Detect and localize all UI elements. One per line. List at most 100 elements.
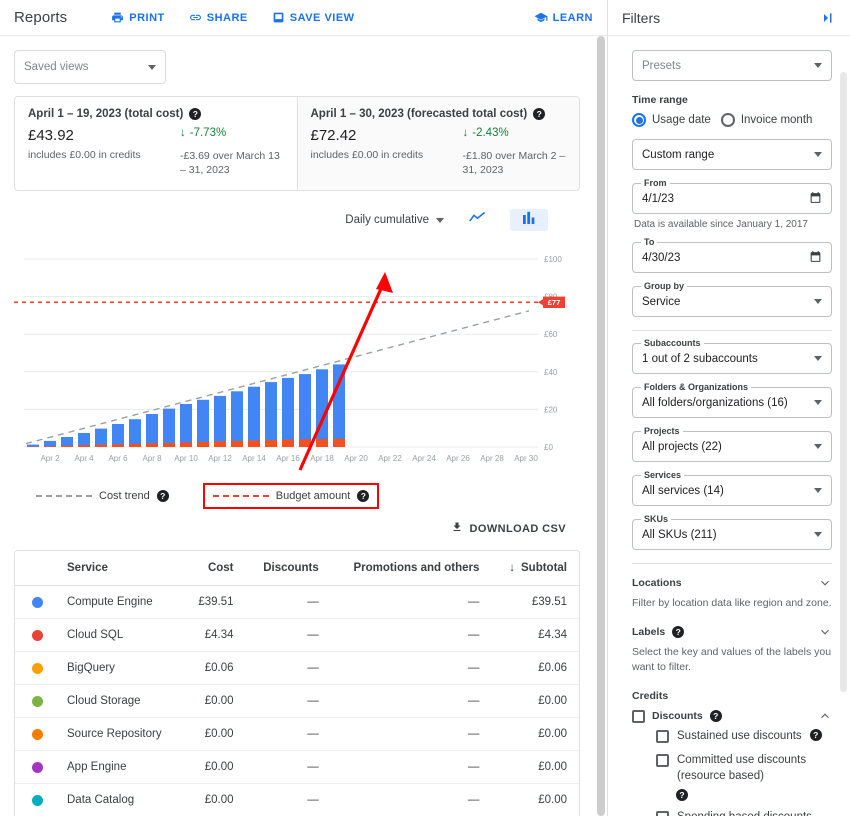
help-icon[interactable]: ? (189, 108, 201, 120)
spending-based-discounts-checkbox[interactable] (656, 811, 669, 816)
total-cost-delta: ↓ -7.73% (180, 127, 226, 139)
services-select[interactable]: Services All services (14) (632, 475, 832, 506)
help-icon[interactable]: ? (672, 626, 684, 638)
line-chart-toggle[interactable] (458, 209, 496, 231)
service-color-dot (32, 762, 43, 773)
left-scrollbar[interactable] (596, 36, 606, 816)
sustained-use-discounts-row[interactable]: Sustained use discounts ? (656, 729, 832, 745)
svg-text:Apr 16: Apr 16 (276, 454, 300, 463)
service-cost-cell: £0.00 (182, 685, 245, 718)
sustained-use-discounts-checkbox[interactable] (656, 730, 669, 743)
range-type-select[interactable]: Custom range (632, 139, 832, 170)
filters-pane: Filters Presets Time range Usage date In… (608, 0, 850, 816)
download-csv-label: DOWNLOAD CSV (470, 523, 566, 535)
table-row[interactable]: App Engine£0.00——£0.00 (15, 751, 579, 784)
forecast-cost-compare: -£1.80 over March 2 – 31, 2023 (463, 149, 567, 177)
to-date-value: 4/30/23 (642, 252, 680, 264)
cost-column-header[interactable]: Cost (182, 551, 245, 586)
calendar-icon[interactable] (809, 250, 822, 266)
group-by-select[interactable]: Group by Service (632, 286, 832, 317)
school-icon (534, 11, 548, 25)
chevron-down-icon (814, 152, 822, 157)
calendar-icon[interactable] (809, 191, 822, 207)
svg-text:Apr 26: Apr 26 (446, 454, 470, 463)
svg-text:Apr 20: Apr 20 (344, 454, 368, 463)
service-promotions-cell: — (331, 619, 492, 652)
discounts-column-header[interactable]: Discounts (246, 551, 331, 586)
service-color-cell (15, 751, 55, 784)
committed-use-discounts-label: Committed use discounts (resource based) (677, 753, 832, 784)
chart-mode-select[interactable]: Daily cumulative (345, 214, 444, 226)
labels-section-header[interactable]: Labels ? (632, 625, 832, 639)
svg-text:Apr 22: Apr 22 (378, 454, 402, 463)
discounts-checkbox[interactable] (632, 710, 645, 723)
filters-body: Presets Time range Usage date Invoice mo… (608, 36, 850, 816)
print-button[interactable]: PRINT (111, 11, 165, 24)
folders-organizations-select[interactable]: Folders & Organizations All folders/orga… (632, 387, 832, 418)
filters-scrollbar-thumb[interactable] (840, 72, 847, 692)
table-row[interactable]: Compute Engine£39.51——£39.51 (15, 586, 579, 619)
save-view-button[interactable]: SAVE VIEW (272, 11, 355, 24)
service-cost-cell: £4.34 (182, 619, 245, 652)
help-icon[interactable]: ? (157, 490, 169, 502)
radio-invoice-month[interactable]: Invoice month (721, 113, 813, 127)
legend-item-cost-trend[interactable]: Cost trend ? (28, 485, 177, 507)
folders-organizations-label: Folders & Organizations (641, 382, 751, 392)
svg-text:Apr 12: Apr 12 (208, 454, 232, 463)
legend-item-budget-amount[interactable]: Budget amount ? (203, 483, 380, 509)
chevron-down-icon[interactable] (818, 625, 832, 639)
radio-usage-date-label: Usage date (652, 114, 711, 126)
service-color-dot (32, 630, 43, 641)
learn-button[interactable]: LEARN (534, 11, 593, 25)
service-discounts-cell: — (246, 751, 331, 784)
committed-use-discounts-row[interactable]: Committed use discounts (resource based) (656, 753, 832, 784)
color-column-header (15, 551, 55, 586)
left-scrollbar-thumb[interactable] (597, 36, 605, 816)
locations-section-header[interactable]: Locations (632, 576, 832, 590)
presets-select[interactable]: Presets (632, 50, 832, 81)
table-body: Compute Engine£39.51——£39.51Cloud SQL£4.… (15, 586, 579, 816)
to-date-field[interactable]: To 4/30/23 (632, 242, 832, 273)
subaccounts-select[interactable]: Subaccounts 1 out of 2 subaccounts (632, 343, 832, 374)
help-icon[interactable]: ? (357, 490, 369, 502)
skus-select[interactable]: SKUs All SKUs (211) (632, 519, 832, 550)
subtotal-column-header[interactable]: ↓ Subtotal (491, 551, 579, 586)
table-row[interactable]: Data Catalog£0.00——£0.00 (15, 784, 579, 816)
service-name-cell: Data Catalog (55, 784, 182, 816)
help-icon[interactable]: ? (710, 710, 722, 722)
filters-scrollbar[interactable] (840, 72, 848, 692)
service-name-cell: Cloud Storage (55, 685, 182, 718)
chevron-up-icon[interactable] (818, 709, 832, 723)
projects-select[interactable]: Projects All projects (22) (632, 431, 832, 462)
skus-label: SKUs (641, 514, 671, 524)
chevron-down-icon[interactable] (818, 576, 832, 590)
spending-based-discounts-row[interactable]: Spending based discounts (contractual) (656, 810, 832, 816)
help-icon[interactable]: ? (810, 729, 822, 741)
discounts-section-header[interactable]: Discounts ? (632, 709, 832, 723)
filters-divider (632, 330, 832, 331)
promotions-column-header[interactable]: Promotions and others (331, 551, 492, 586)
chart-legend: Cost trend ? Budget amount ? (14, 483, 580, 509)
collapse-panel-icon[interactable] (820, 10, 836, 26)
chevron-down-icon (814, 400, 822, 405)
bar-chart-toggle[interactable] (510, 209, 548, 231)
filters-divider-2 (632, 563, 832, 564)
committed-use-discounts-checkbox[interactable] (656, 754, 669, 767)
svg-text:Apr 24: Apr 24 (412, 454, 436, 463)
download-csv-button[interactable]: DOWNLOAD CSV (451, 521, 566, 536)
service-column-header[interactable]: Service (55, 551, 182, 586)
toolbar-actions: PRINT SHARE SAVE VIEW (111, 11, 354, 24)
subaccounts-label: Subaccounts (641, 338, 704, 348)
service-promotions-cell: — (331, 652, 492, 685)
table-row[interactable]: Source Repository£0.00——£0.00 (15, 718, 579, 751)
table-row[interactable]: Cloud SQL£4.34——£4.34 (15, 619, 579, 652)
saved-views-select[interactable]: Saved views (14, 50, 166, 84)
cost-trend-line (26, 311, 529, 444)
from-date-field[interactable]: From 4/1/23 (632, 183, 832, 214)
table-row[interactable]: Cloud Storage£0.00——£0.00 (15, 685, 579, 718)
help-icon[interactable]: ? (533, 108, 545, 120)
radio-usage-date[interactable]: Usage date (632, 113, 711, 127)
table-row[interactable]: BigQuery£0.06——£0.06 (15, 652, 579, 685)
help-icon[interactable]: ? (676, 789, 688, 801)
share-button[interactable]: SHARE (189, 11, 248, 24)
